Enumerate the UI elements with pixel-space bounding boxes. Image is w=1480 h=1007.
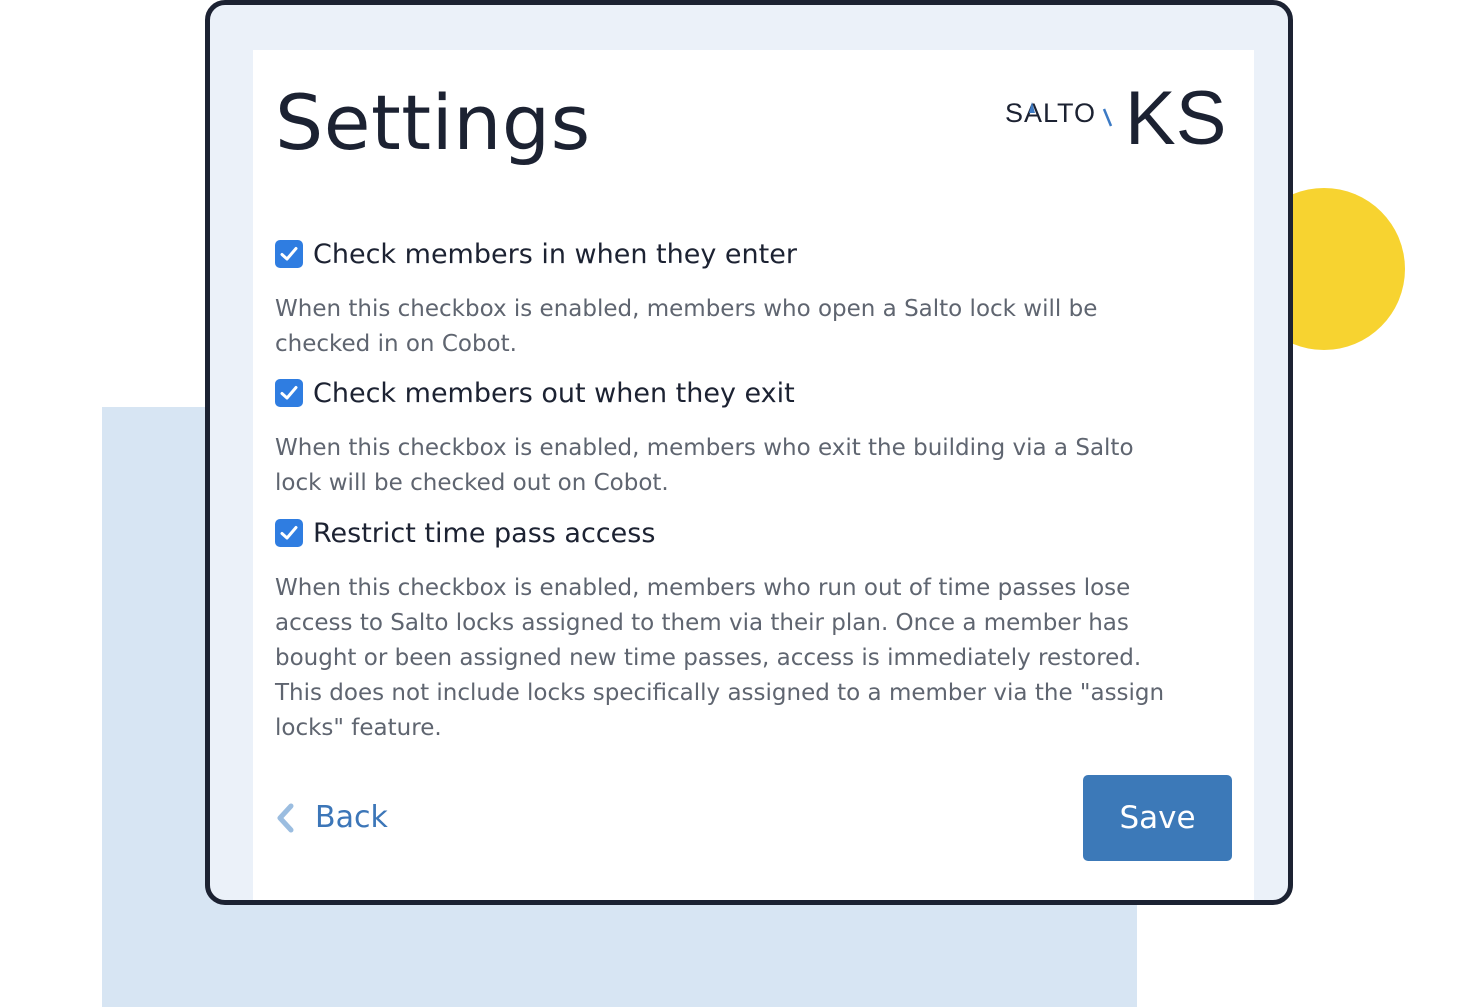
settings-panel: Settings SALTO KS Check members in when … — [253, 50, 1254, 900]
setting-label: Check members out when they exit — [313, 377, 795, 409]
setting-label: Restrict time pass access — [313, 517, 656, 549]
setting-description: When this checkbox is enabled, members w… — [275, 296, 1098, 357]
back-label: Back — [315, 800, 388, 835]
setting-label: Check members in when they enter — [313, 238, 797, 270]
back-link[interactable]: Back — [275, 800, 388, 835]
setting-check-in: Check members in when they enter When th… — [275, 238, 1175, 362]
check-in-checkbox[interactable] — [275, 240, 303, 268]
logo-brand-left: SALTO — [1005, 98, 1096, 128]
setting-row: Check members out when they exit — [275, 377, 1175, 409]
setting-description: When this checkbox is enabled, members w… — [275, 435, 1134, 496]
setting-description: When this checkbox is enabled, members w… — [275, 575, 1165, 741]
page-title: Settings — [275, 78, 591, 167]
salto-ks-logo: SALTO KS — [1005, 78, 1226, 158]
save-button[interactable]: Save — [1083, 775, 1232, 861]
check-out-checkbox[interactable] — [275, 379, 303, 407]
restrict-time-pass-checkbox[interactable] — [275, 519, 303, 547]
setting-row: Restrict time pass access — [275, 517, 1175, 549]
check-icon — [280, 386, 298, 400]
device-frame: Settings SALTO KS Check members in when … — [205, 0, 1293, 905]
setting-restrict-time-pass: Restrict time pass access When this chec… — [275, 517, 1175, 746]
check-icon — [280, 247, 298, 261]
chevron-left-icon — [275, 803, 295, 833]
check-icon — [280, 526, 298, 540]
setting-check-out: Check members out when they exit When th… — [275, 377, 1175, 501]
setting-row: Check members in when they enter — [275, 238, 1175, 270]
logo-brand-right: KS — [1125, 78, 1226, 158]
